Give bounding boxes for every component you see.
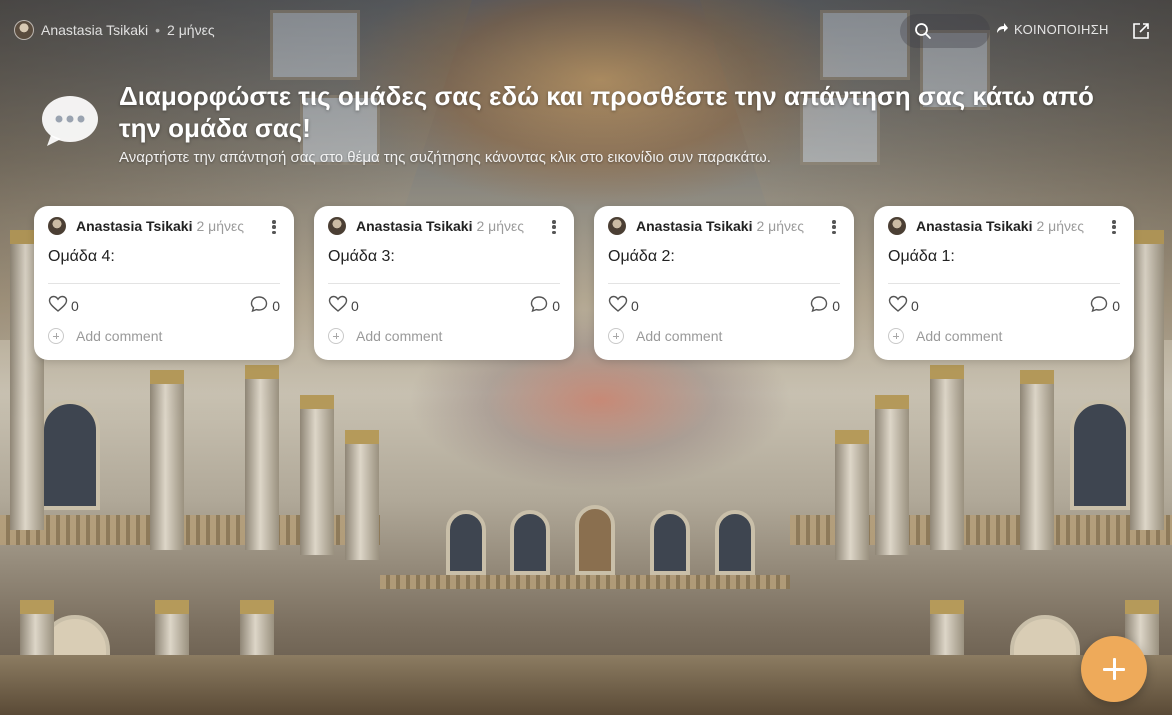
comment-icon	[250, 295, 268, 316]
external-link-icon[interactable]	[1132, 22, 1150, 45]
plus-icon	[1103, 658, 1125, 680]
post-body: Ομάδα 1:	[888, 248, 955, 265]
like-count: 0	[351, 297, 359, 314]
comment-count: 0	[552, 297, 560, 314]
share-button[interactable]: ΚΟΙΝΟΠΟΙΗΣΗ	[996, 22, 1109, 37]
add-comment-label: Add comment	[76, 328, 163, 344]
comment-count: 0	[272, 297, 280, 314]
more-options-icon[interactable]	[1108, 218, 1120, 236]
add-comment-button[interactable]: Add comment	[608, 328, 722, 344]
divider	[48, 283, 280, 284]
post-body: Ομάδα 2:	[608, 248, 675, 265]
author-name: Anastasia Tsikaki	[76, 218, 193, 234]
like-count: 0	[71, 297, 79, 314]
author-name: Anastasia Tsikaki	[636, 218, 753, 234]
avatar	[328, 217, 346, 235]
post-author-meta: Anastasia Tsikaki • 2 μήνες	[14, 20, 215, 40]
comment-icon	[530, 295, 548, 316]
post-card-group-4[interactable]: Anastasia Tsikaki 2 μήνες Ομάδα 4: 0 0 A…	[34, 206, 294, 360]
avatar	[48, 217, 66, 235]
share-label: ΚΟΙΝΟΠΟΙΗΣΗ	[1014, 22, 1109, 37]
share-arrow-icon	[996, 22, 1008, 37]
add-comment-button[interactable]: Add comment	[328, 328, 442, 344]
more-options-icon[interactable]	[268, 218, 280, 236]
heart-icon	[608, 295, 628, 316]
comment-count-button[interactable]: 0	[250, 295, 280, 316]
comment-count-button[interactable]: 0	[1090, 295, 1120, 316]
search-button[interactable]	[900, 14, 990, 48]
post-card-group-2[interactable]: Anastasia Tsikaki 2 μήνες Ομάδα 2: 0 0 A…	[594, 206, 854, 360]
add-comment-button[interactable]: Add comment	[48, 328, 162, 344]
avatar	[14, 20, 34, 40]
like-button[interactable]: 0	[608, 295, 639, 316]
author-name: Anastasia Tsikaki	[916, 218, 1033, 234]
author-name: Anastasia Tsikaki	[41, 22, 149, 38]
plus-circle-icon	[608, 328, 624, 344]
avatar	[608, 217, 626, 235]
plus-circle-icon	[888, 328, 904, 344]
add-post-button[interactable]	[1081, 636, 1147, 702]
avatar	[888, 217, 906, 235]
comment-count-button[interactable]: 0	[530, 295, 560, 316]
divider	[328, 283, 560, 284]
heart-icon	[328, 295, 348, 316]
page-subtitle: Αναρτήστε την απάντησή σας στο θέμα της …	[119, 149, 771, 166]
post-body: Ομάδα 3:	[328, 248, 395, 265]
chat-bubble-icon	[41, 95, 99, 147]
divider	[608, 283, 840, 284]
like-button[interactable]: 0	[888, 295, 919, 316]
search-icon	[914, 22, 932, 40]
plus-circle-icon	[328, 328, 344, 344]
more-options-icon[interactable]	[548, 218, 560, 236]
add-comment-label: Add comment	[916, 328, 1003, 344]
post-card-group-1[interactable]: Anastasia Tsikaki 2 μήνες Ομάδα 1: 0 0 A…	[874, 206, 1134, 360]
more-options-icon[interactable]	[828, 218, 840, 236]
like-button[interactable]: 0	[328, 295, 359, 316]
post-time: 2 μήνες	[1036, 218, 1085, 234]
like-button[interactable]: 0	[48, 295, 79, 316]
comment-icon	[810, 295, 828, 316]
post-time: 2 μήνες	[756, 218, 805, 234]
top-bar: Anastasia Tsikaki • 2 μήνες ΚΟΙΝΟΠΟΙΗΣΗ	[0, 0, 1172, 60]
post-time: 2 μήνες	[167, 22, 215, 38]
add-comment-label: Add comment	[356, 328, 443, 344]
post-time: 2 μήνες	[196, 218, 245, 234]
page-title: Διαμορφώστε τις ομάδες σας εδώ και προσθ…	[119, 81, 1094, 143]
divider	[888, 283, 1120, 284]
like-count: 0	[631, 297, 639, 314]
like-count: 0	[911, 297, 919, 314]
post-time: 2 μήνες	[476, 218, 525, 234]
author-name: Anastasia Tsikaki	[356, 218, 473, 234]
comment-icon	[1090, 295, 1108, 316]
heart-icon	[888, 295, 908, 316]
separator: •	[155, 22, 161, 38]
comment-count: 0	[1112, 297, 1120, 314]
comment-count: 0	[832, 297, 840, 314]
plus-circle-icon	[48, 328, 64, 344]
add-comment-button[interactable]: Add comment	[888, 328, 1002, 344]
comment-count-button[interactable]: 0	[810, 295, 840, 316]
post-body: Ομάδα 4:	[48, 248, 115, 265]
add-comment-label: Add comment	[636, 328, 723, 344]
heart-icon	[48, 295, 68, 316]
post-card-group-3[interactable]: Anastasia Tsikaki 2 μήνες Ομάδα 3: 0 0 A…	[314, 206, 574, 360]
